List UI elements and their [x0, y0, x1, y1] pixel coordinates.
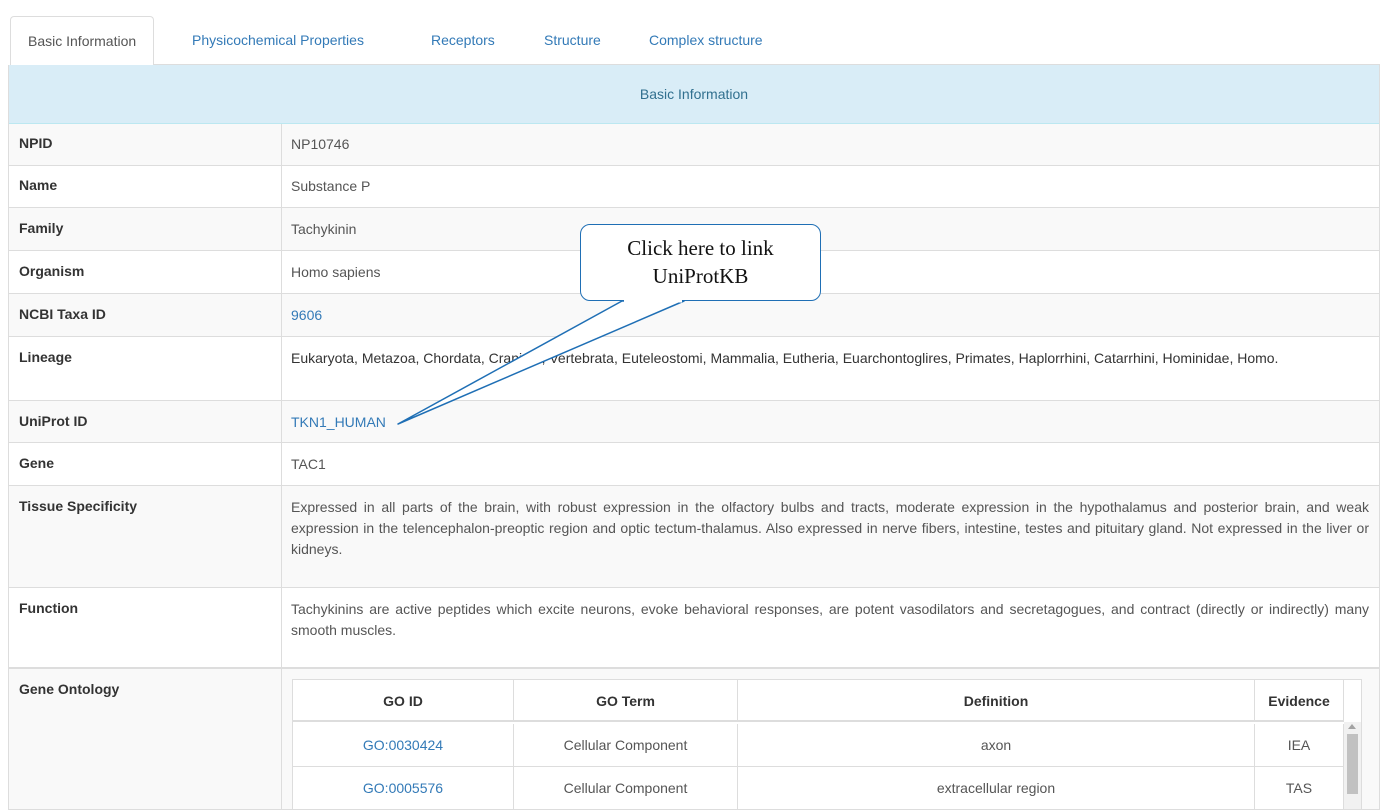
row-npid: NPID NP10746 — [9, 124, 1379, 166]
tab-basic-information[interactable]: Basic Information — [10, 16, 155, 66]
tissue-specificity-value: Expressed in all parts of the brain, wit… — [291, 499, 1369, 557]
go-id-header: GO ID — [293, 680, 514, 722]
lineage-value: Eukaryota, Metazoa, Chordata, Craniata, … — [291, 350, 1279, 366]
family-value: Tachykinin — [291, 221, 357, 237]
row-gene-ontology: Gene Ontology GO ID GO Term Definition E… — [9, 668, 1379, 809]
callout-line-1: Click here to link — [627, 236, 774, 260]
evidence-cell: TAS — [1255, 767, 1344, 809]
table-row: GO:0005576 — [293, 767, 514, 809]
family-label: Family — [19, 220, 64, 236]
tab-receptors[interactable]: Receptors — [414, 16, 512, 65]
definition-cell: extracellular region — [738, 767, 1255, 809]
tab-structure[interactable]: Structure — [527, 16, 618, 65]
go-table: GO ID GO Term Definition Evidence GO:003… — [292, 679, 1362, 809]
table-row: GO:0030424 — [293, 724, 514, 767]
tissue-specificity-label: Tissue Specificity — [19, 498, 138, 514]
lineage-label: Lineage — [19, 349, 72, 365]
npid-value: NP10746 — [291, 136, 350, 152]
evidence-header: Evidence — [1255, 680, 1344, 722]
row-tissue-specificity: Tissue Specificity Expressed in all part… — [9, 486, 1379, 588]
gene-value: TAC1 — [291, 456, 326, 472]
row-function: Function Tachykinins are active peptides… — [9, 588, 1379, 668]
ncbi-taxa-id-link[interactable]: 9606 — [291, 307, 322, 323]
organism-value: Homo sapiens — [291, 264, 381, 280]
scroll-thumb[interactable] — [1347, 734, 1358, 794]
name-value: Substance P — [291, 178, 371, 194]
panel-heading: Basic Information — [9, 65, 1379, 124]
row-gene: Gene TAC1 — [9, 443, 1379, 486]
definition-cell: axon — [738, 724, 1255, 767]
uniprot-id-label: UniProt ID — [19, 413, 88, 429]
evidence-cell: IEA — [1255, 724, 1344, 767]
tab-complex-structure[interactable]: Complex structure — [632, 16, 780, 65]
tab-physicochemical-properties[interactable]: Physicochemical Properties — [175, 16, 381, 65]
npid-label: NPID — [19, 135, 53, 151]
tab-bar: Basic Information Physicochemical Proper… — [10, 16, 1380, 66]
row-lineage: Lineage Eukaryota, Metazoa, Chordata, Cr… — [9, 337, 1379, 401]
function-value: Tachykinins are active peptides which ex… — [291, 601, 1369, 638]
row-uniprot-id: UniProt ID TKN1_HUMAN — [9, 401, 1379, 443]
name-label: Name — [19, 177, 58, 193]
function-label: Function — [19, 600, 79, 616]
basic-information-panel: Basic Information NPID NP10746 Name Subs… — [8, 65, 1380, 810]
definition-header: Definition — [738, 680, 1255, 722]
uniprot-id-link[interactable]: TKN1_HUMAN — [291, 414, 386, 430]
uniprotkb-callout: Click here to link UniProtKB — [580, 224, 821, 301]
row-name: Name Substance P — [9, 166, 1379, 208]
scroll-up-arrow-icon[interactable] — [1348, 724, 1356, 729]
go-id-link[interactable]: GO:0005576 — [363, 780, 443, 796]
go-id-link[interactable]: GO:0030424 — [363, 737, 443, 753]
callout-line-2: UniProtKB — [652, 264, 749, 288]
gene-ontology-label: Gene Ontology — [19, 681, 120, 697]
organism-label: Organism — [19, 263, 85, 279]
ncbi-taxa-id-label: NCBI Taxa ID — [19, 306, 106, 322]
go-term-cell: Cellular Component — [514, 767, 738, 809]
go-term-cell: Cellular Component — [514, 724, 738, 767]
go-term-header: GO Term — [514, 680, 738, 722]
go-table-scrollbar[interactable] — [1344, 722, 1361, 809]
gene-label: Gene — [19, 455, 55, 471]
